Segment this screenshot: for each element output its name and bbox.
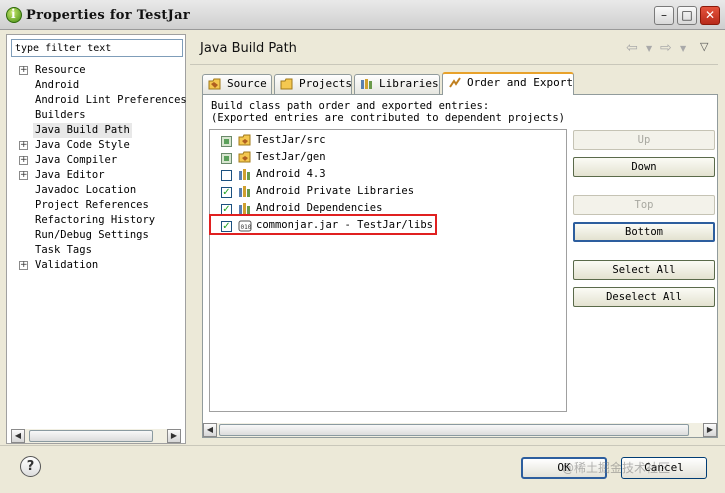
source-folder-icon (238, 134, 251, 146)
order-and-export-panel: Build class path order and exported entr… (202, 94, 718, 438)
entry-label: Android Private Libraries (256, 185, 415, 197)
export-checkbox[interactable]: ✓ (221, 187, 232, 198)
expand-plus-icon[interactable]: + (19, 171, 28, 180)
export-checkbox[interactable] (221, 153, 232, 164)
expand-plus-icon[interactable]: + (19, 156, 28, 165)
tree-item[interactable]: + Java Compiler (7, 153, 185, 168)
expand-plus-icon[interactable]: + (19, 66, 28, 75)
page-title: Java Build Path (200, 41, 297, 56)
preference-tree-panel: + Resource Android Android Lint Preferences… (6, 34, 187, 444)
tree-item-label: Java Compiler (35, 154, 118, 166)
tab-order-and-export[interactable]: Order and Export (442, 72, 574, 95)
scroll-right-icon[interactable]: ▶ (167, 429, 181, 443)
tree-item-label: Resource (35, 64, 86, 76)
tree-item-label: Builders (35, 109, 86, 121)
entry-label: Android 4.3 (256, 168, 326, 180)
entry-label: TestJar/src (256, 134, 326, 146)
footer-divider (0, 445, 725, 446)
title-bar: Properties for TestJar – □ ✕ (0, 0, 725, 30)
export-checkbox[interactable] (221, 170, 232, 181)
preference-tree: + Resource Android Android Lint Preferences… (7, 63, 187, 273)
classpath-entry[interactable]: ✓ Android Private Libraries (216, 184, 556, 200)
scroll-thumb[interactable] (29, 430, 153, 442)
tree-item[interactable]: + Validation (7, 258, 185, 273)
up-button[interactable]: Up (573, 130, 715, 150)
tree-item-label: Java Editor (35, 169, 105, 181)
tree-item-label: Run/Debug Settings (35, 229, 149, 241)
tab-libraries[interactable]: Libraries (354, 74, 440, 94)
panel-horizontal-scrollbar[interactable]: ◀ ▶ (203, 423, 717, 437)
header-divider (190, 64, 718, 65)
source-folder-icon (208, 78, 221, 90)
view-menu-icon[interactable]: ▽ (700, 40, 708, 53)
tree-item[interactable]: Run/Debug Settings (7, 228, 185, 243)
tree-item[interactable]: Java Build Path (7, 123, 185, 138)
description-line-1: Build class path order and exported entr… (211, 100, 490, 112)
classpath-entry[interactable]: TestJar/src (216, 133, 556, 149)
scroll-left-icon[interactable]: ◀ (11, 429, 25, 443)
library-icon (239, 169, 250, 180)
tree-item[interactable]: + Java Editor (7, 168, 185, 183)
tree-item[interactable]: Refactoring History (7, 213, 185, 228)
close-button[interactable]: ✕ (700, 6, 720, 25)
bottom-button[interactable]: Bottom (573, 222, 715, 242)
back-dropdown-icon[interactable]: ▼ (646, 44, 652, 53)
entry-label: Android Dependencies (256, 202, 383, 214)
scroll-right-icon[interactable]: ▶ (703, 423, 717, 437)
help-icon[interactable]: ? (20, 456, 41, 477)
top-button[interactable]: Top (573, 195, 715, 215)
classpath-entry[interactable]: TestJar/gen (216, 150, 556, 166)
highlight-annotation-box (209, 214, 437, 235)
description-line-2: (Exported entries are contributed to dep… (211, 112, 566, 124)
projects-folder-icon (280, 78, 293, 90)
tree-item-label: Android (35, 79, 80, 91)
libraries-icon (361, 79, 372, 89)
expand-plus-icon[interactable]: + (19, 261, 28, 270)
maximize-button[interactable]: □ (677, 6, 697, 25)
expand-plus-icon[interactable]: + (19, 141, 28, 150)
tree-item-label: Java Code Style (35, 139, 130, 151)
export-checkbox[interactable] (221, 136, 232, 147)
tree-item-label: Java Build Path (33, 123, 132, 138)
forward-arrow-icon[interactable]: ⇨ (660, 40, 672, 56)
eclipse-app-icon (6, 7, 22, 23)
forward-dropdown-icon[interactable]: ▼ (680, 44, 686, 53)
tree-item[interactable]: Builders (7, 108, 185, 123)
library-icon (239, 186, 250, 197)
tree-item-label: Validation (35, 259, 99, 271)
tree-item-label: Project References (35, 199, 149, 211)
tree-item-label: Task Tags (35, 244, 92, 256)
tree-item-label: Javadoc Location (35, 184, 137, 196)
down-button[interactable]: Down (573, 157, 715, 177)
entry-label: TestJar/gen (256, 151, 326, 163)
tree-item-label: Refactoring History (35, 214, 156, 226)
watermark-text: @稀土掘金技术社区 (562, 461, 671, 475)
tab-source[interactable]: Source (202, 74, 272, 94)
source-folder-icon (238, 151, 251, 163)
tree-item-label: Android Lint Preferences (35, 94, 187, 106)
classpath-entry[interactable]: Android 4.3 (216, 167, 556, 183)
scroll-thumb[interactable] (219, 424, 689, 436)
order-export-icon (449, 77, 461, 88)
select-all-button[interactable]: Select All (573, 260, 715, 280)
tab-projects[interactable]: Projects (274, 74, 352, 94)
tree-item[interactable]: Android (7, 78, 185, 93)
tree-item[interactable]: + Resource (7, 63, 185, 78)
back-arrow-icon[interactable]: ⇦ (626, 40, 638, 56)
minimize-button[interactable]: – (654, 6, 674, 25)
tree-horizontal-scrollbar[interactable]: ◀ ▶ (11, 429, 181, 443)
filter-input[interactable] (11, 39, 183, 57)
tree-item[interactable]: Task Tags (7, 243, 185, 258)
scroll-left-icon[interactable]: ◀ (203, 423, 217, 437)
tree-item[interactable]: + Java Code Style (7, 138, 185, 153)
window-title: Properties for TestJar (26, 8, 191, 23)
tree-item[interactable]: Project References (7, 198, 185, 213)
classpath-entries-list[interactable]: TestJar/src TestJar/gen Android 4.3 ✓ Androi… (209, 129, 567, 412)
tree-item[interactable]: Javadoc Location (7, 183, 185, 198)
deselect-all-button[interactable]: Deselect All (573, 287, 715, 307)
tree-item[interactable]: Android Lint Preferences (7, 93, 187, 108)
